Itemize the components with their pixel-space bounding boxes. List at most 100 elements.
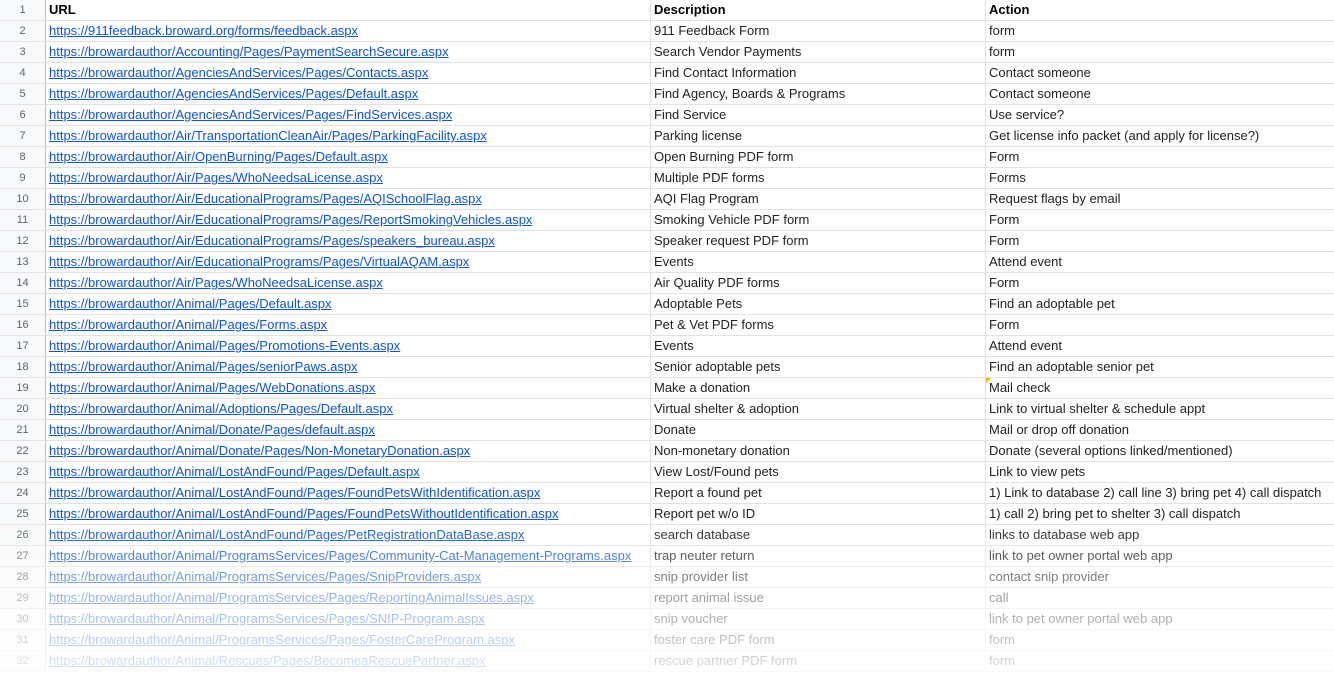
row-number[interactable]: 8 [0, 147, 46, 167]
description-cell[interactable]: Virtual shelter & adoption [651, 399, 986, 419]
url-link[interactable]: https://browardauthor/Animal/ProgramsSer… [49, 569, 481, 584]
description-cell[interactable]: Find Service [651, 105, 986, 125]
row-number[interactable]: 28 [0, 567, 46, 587]
description-cell[interactable]: AQI Flag Program [651, 189, 986, 209]
url-cell[interactable]: https://browardauthor/Air/Transportation… [46, 126, 651, 146]
url-link[interactable]: https://browardauthor/AgenciesAndService… [49, 107, 452, 122]
action-cell[interactable]: Forms [986, 168, 1334, 188]
description-cell[interactable]: search database [651, 525, 986, 545]
row-number[interactable]: 17 [0, 336, 46, 356]
row-number[interactable]: 1 [0, 0, 46, 20]
description-cell[interactable]: Events [651, 336, 986, 356]
description-cell[interactable]: Multiple PDF forms [651, 168, 986, 188]
url-link[interactable]: https://browardauthor/Animal/Adoptions/P… [49, 401, 393, 416]
url-cell[interactable]: https://browardauthor/Animal/Donate/Page… [46, 420, 651, 440]
url-cell[interactable]: https://browardauthor/Air/EducationalPro… [46, 189, 651, 209]
comment-indicator-icon[interactable] [986, 378, 991, 383]
url-cell[interactable]: https://browardauthor/Animal/Rescues/Pag… [46, 651, 651, 671]
url-link[interactable]: https://browardauthor/Animal/LostAndFoun… [49, 485, 540, 500]
description-cell[interactable]: Pet & Vet PDF forms [651, 315, 986, 335]
url-cell[interactable]: https://browardauthor/Animal/Pages/Defau… [46, 294, 651, 314]
column-header-url[interactable]: URL [46, 0, 651, 20]
action-cell[interactable]: 1) call 2) bring pet to shelter 3) call … [986, 504, 1334, 524]
action-cell[interactable]: Mail check [986, 378, 1334, 398]
action-cell[interactable]: Link to virtual shelter & schedule appt [986, 399, 1334, 419]
url-cell[interactable]: https://browardauthor/Animal/LostAndFoun… [46, 504, 651, 524]
description-cell[interactable]: Parking license [651, 126, 986, 146]
description-cell[interactable]: Non-monetary donation [651, 441, 986, 461]
url-link[interactable]: https://browardauthor/Air/EducationalPro… [49, 233, 495, 248]
column-header-action[interactable]: Action [986, 0, 1334, 20]
url-cell[interactable]: https://browardauthor/Air/Pages/WhoNeeds… [46, 168, 651, 188]
row-number[interactable]: 22 [0, 441, 46, 461]
row-number[interactable]: 25 [0, 504, 46, 524]
url-cell[interactable]: https://browardauthor/Air/OpenBurning/Pa… [46, 147, 651, 167]
url-link[interactable]: https://browardauthor/Animal/ProgramsSer… [49, 548, 631, 563]
row-number[interactable]: 21 [0, 420, 46, 440]
description-cell[interactable]: Air Quality PDF forms [651, 273, 986, 293]
url-link[interactable]: https://browardauthor/Air/EducationalPro… [49, 191, 482, 206]
description-cell[interactable]: foster care PDF form [651, 630, 986, 650]
url-cell[interactable]: https://browardauthor/Animal/ProgramsSer… [46, 588, 651, 608]
row-number[interactable]: 3 [0, 42, 46, 62]
action-cell[interactable]: Mail or drop off donation [986, 420, 1334, 440]
url-cell[interactable]: https://911feedback.broward.org/forms/fe… [46, 21, 651, 41]
url-cell[interactable]: https://browardauthor/Animal/Pages/senio… [46, 357, 651, 377]
action-cell[interactable]: Request flags by email [986, 189, 1334, 209]
url-cell[interactable]: https://browardauthor/Air/EducationalPro… [46, 210, 651, 230]
row-number[interactable]: 12 [0, 231, 46, 251]
action-cell[interactable]: form [986, 630, 1334, 650]
row-number[interactable]: 20 [0, 399, 46, 419]
action-cell[interactable]: link to pet owner portal web app [986, 546, 1334, 566]
row-number[interactable]: 14 [0, 273, 46, 293]
description-cell[interactable]: Senior adoptable pets [651, 357, 986, 377]
description-cell[interactable]: Events [651, 252, 986, 272]
description-cell[interactable]: report animal issue [651, 588, 986, 608]
row-number[interactable]: 13 [0, 252, 46, 272]
description-cell[interactable]: Adoptable Pets [651, 294, 986, 314]
url-cell[interactable]: https://browardauthor/Air/EducationalPro… [46, 252, 651, 272]
url-link[interactable]: https://browardauthor/Animal/LostAndFoun… [49, 527, 525, 542]
url-cell[interactable]: https://browardauthor/Animal/LostAndFoun… [46, 525, 651, 545]
url-link[interactable]: https://browardauthor/Animal/Donate/Page… [49, 422, 375, 437]
description-cell[interactable]: trap neuter return [651, 546, 986, 566]
row-number[interactable]: 9 [0, 168, 46, 188]
url-link[interactable]: https://browardauthor/Animal/LostAndFoun… [49, 464, 420, 479]
description-cell[interactable]: Report pet w/o ID [651, 504, 986, 524]
action-cell[interactable]: Use service? [986, 105, 1334, 125]
action-cell[interactable]: links to database web app [986, 525, 1334, 545]
description-cell[interactable]: Speaker request PDF form [651, 231, 986, 251]
url-cell[interactable]: https://browardauthor/Animal/LostAndFoun… [46, 462, 651, 482]
row-number[interactable]: 30 [0, 609, 46, 629]
url-link[interactable]: https://browardauthor/Animal/Pages/Defau… [49, 296, 332, 311]
url-link[interactable]: https://browardauthor/Animal/Pages/WebDo… [49, 380, 375, 395]
url-cell[interactable]: https://browardauthor/Animal/ProgramsSer… [46, 630, 651, 650]
url-link[interactable]: https://browardauthor/Air/EducationalPro… [49, 254, 469, 269]
action-cell[interactable]: contact snip provider [986, 567, 1334, 587]
url-cell[interactable]: https://browardauthor/Animal/Donate/Page… [46, 441, 651, 461]
row-number[interactable]: 2 [0, 21, 46, 41]
action-cell[interactable]: Attend event [986, 252, 1334, 272]
url-cell[interactable]: https://browardauthor/Animal/Adoptions/P… [46, 399, 651, 419]
url-link[interactable]: https://browardauthor/Air/Pages/WhoNeeds… [49, 170, 383, 185]
url-link[interactable]: https://browardauthor/Animal/ProgramsSer… [49, 590, 534, 605]
description-cell[interactable]: snip provider list [651, 567, 986, 587]
url-cell[interactable]: https://browardauthor/Accounting/Pages/P… [46, 42, 651, 62]
action-cell[interactable]: form [986, 21, 1334, 41]
action-cell[interactable]: Get license info packet (and apply for l… [986, 126, 1334, 146]
row-number[interactable]: 16 [0, 315, 46, 335]
action-cell[interactable]: Donate (several options linked/mentioned… [986, 441, 1334, 461]
url-link[interactable]: https://browardauthor/Animal/ProgramsSer… [49, 611, 485, 626]
action-cell[interactable]: link to pet owner portal web app [986, 609, 1334, 629]
description-cell[interactable]: Open Burning PDF form [651, 147, 986, 167]
url-cell[interactable]: https://browardauthor/AgenciesAndService… [46, 105, 651, 125]
row-number[interactable]: 11 [0, 210, 46, 230]
description-cell[interactable]: Make a donation [651, 378, 986, 398]
row-number[interactable]: 6 [0, 105, 46, 125]
row-number[interactable]: 15 [0, 294, 46, 314]
description-cell[interactable]: Find Agency, Boards & Programs [651, 84, 986, 104]
row-number[interactable]: 27 [0, 546, 46, 566]
action-cell[interactable]: Form [986, 210, 1334, 230]
action-cell[interactable]: Contact someone [986, 63, 1334, 83]
row-number[interactable]: 7 [0, 126, 46, 146]
